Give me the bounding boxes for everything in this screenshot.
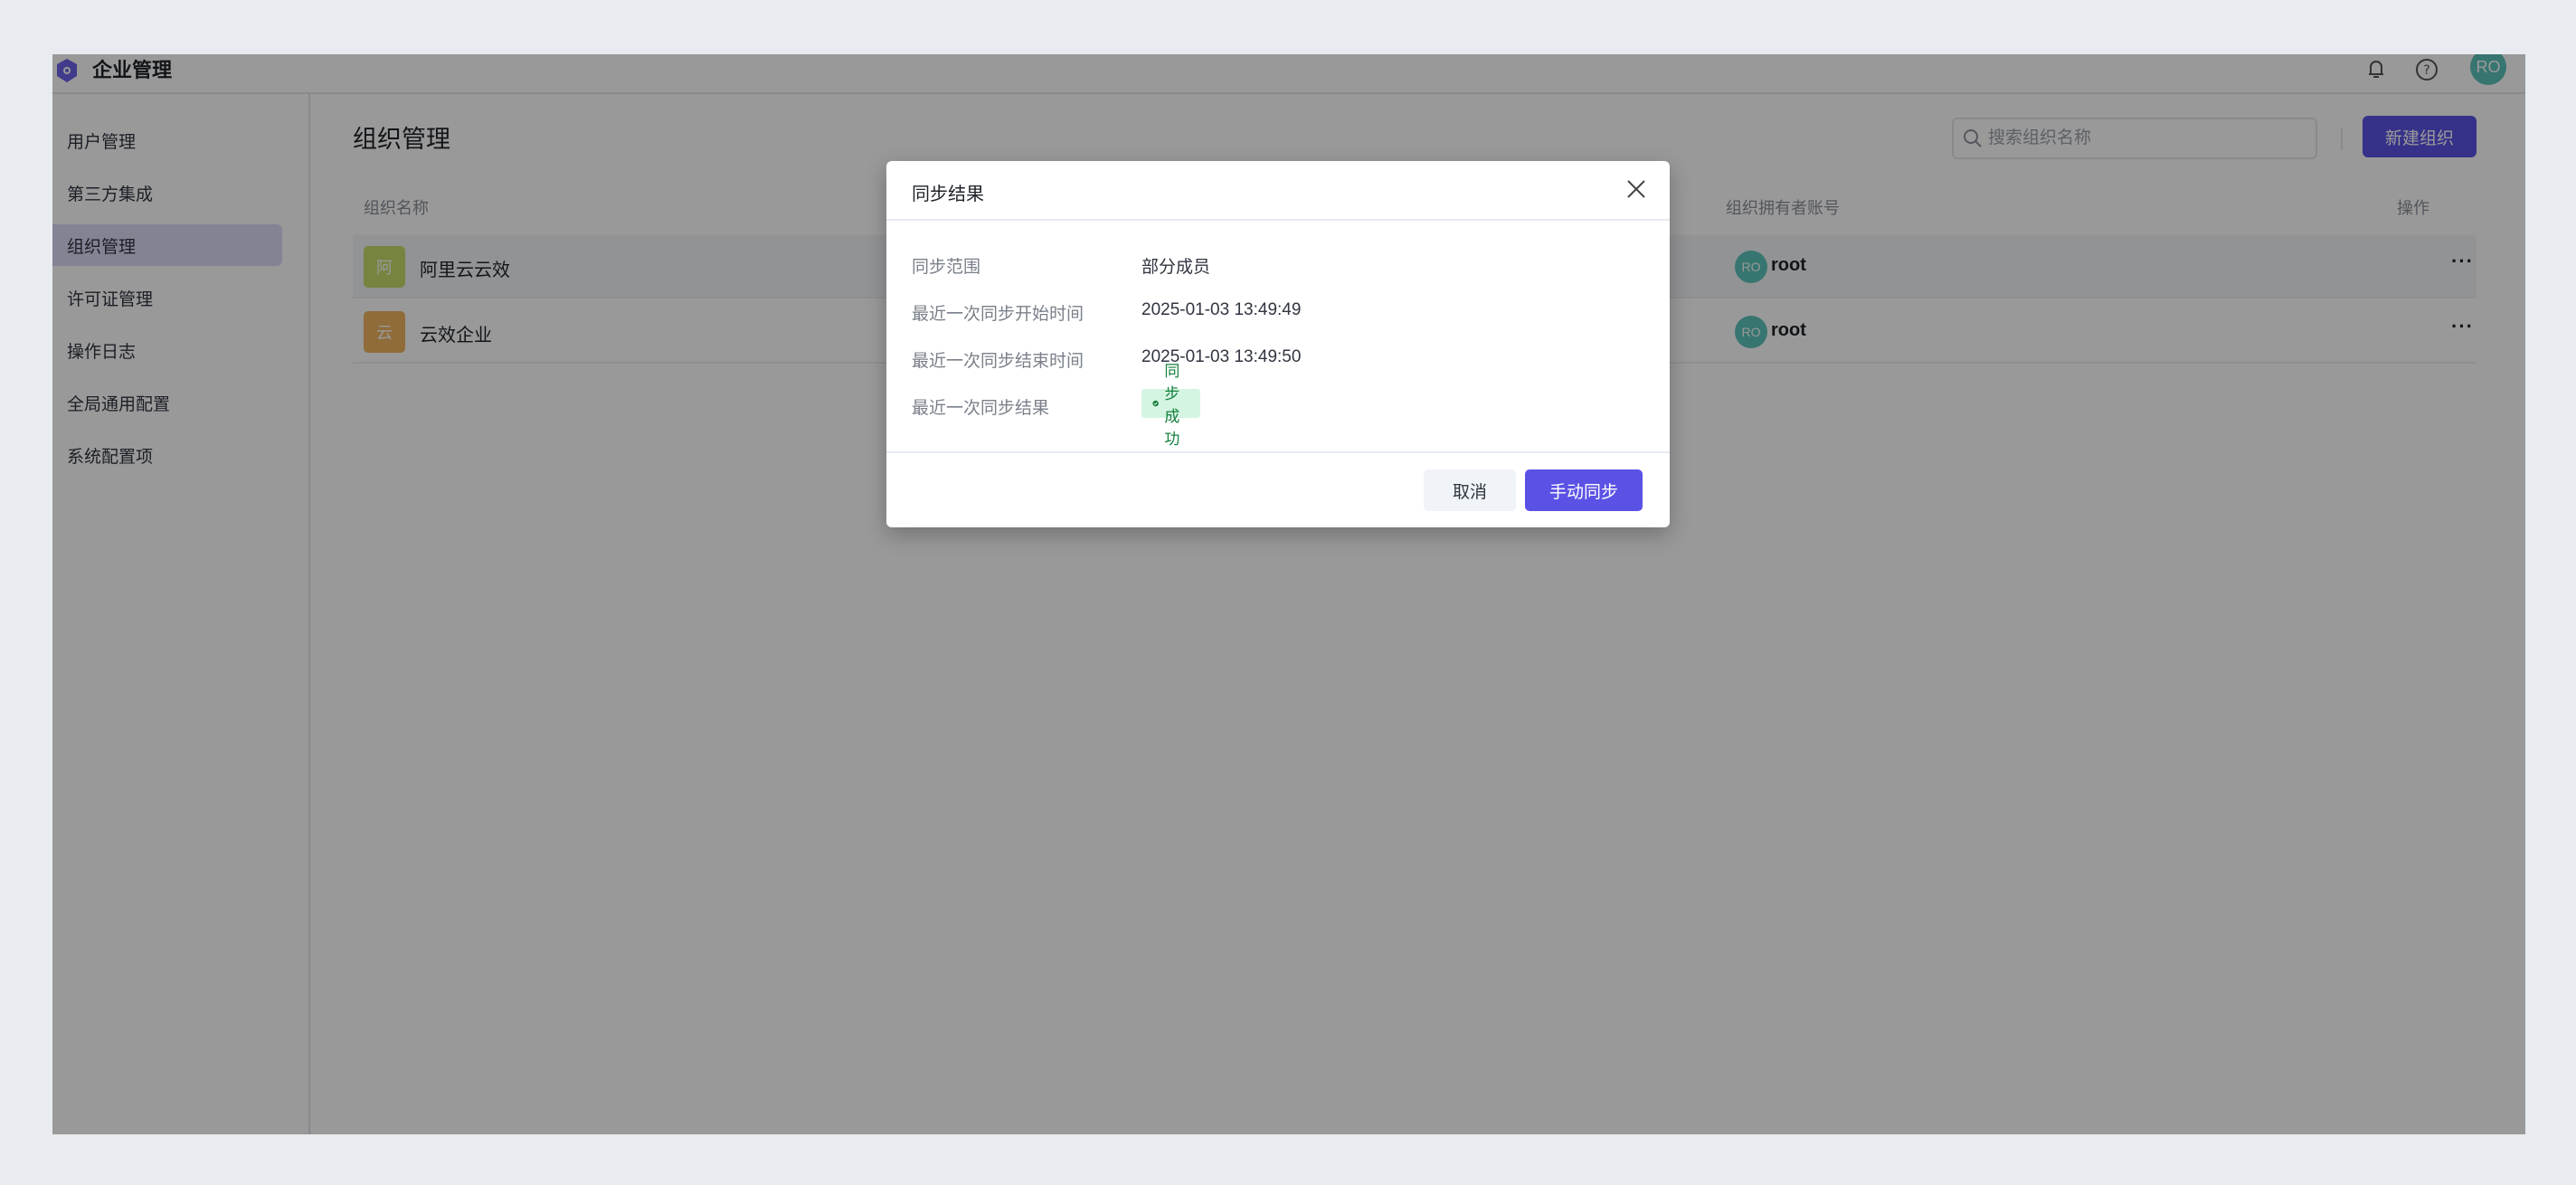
dialog-title: 同步结果 xyxy=(912,185,984,204)
field-value: 2025-01-03 13:49:49 xyxy=(1141,300,1302,319)
sync-result-dialog: 同步结果 同步范围 部分成员 最近一次同步开始时间 2025-01-03 13:… xyxy=(886,161,1670,527)
field-label: 最近一次同步开始时间 xyxy=(912,305,1084,324)
manual-sync-button[interactable]: 手动同步 xyxy=(1525,469,1643,511)
dialog-footer: 取消 手动同步 xyxy=(886,451,1670,527)
close-icon[interactable] xyxy=(1623,175,1650,203)
status-badge: 同步成功 xyxy=(1141,363,1200,448)
field-label: 同步范围 xyxy=(912,258,981,277)
cancel-button[interactable]: 取消 xyxy=(1424,469,1516,511)
field-label: 最近一次同步结果 xyxy=(912,399,1050,418)
check-circle-icon xyxy=(1152,400,1159,407)
status-text: 同步成功 xyxy=(1164,363,1180,448)
field-label: 最近一次同步结束时间 xyxy=(912,352,1084,371)
field-value: 部分成员 xyxy=(1141,258,1211,277)
dialog-header: 同步结果 xyxy=(886,161,1670,221)
